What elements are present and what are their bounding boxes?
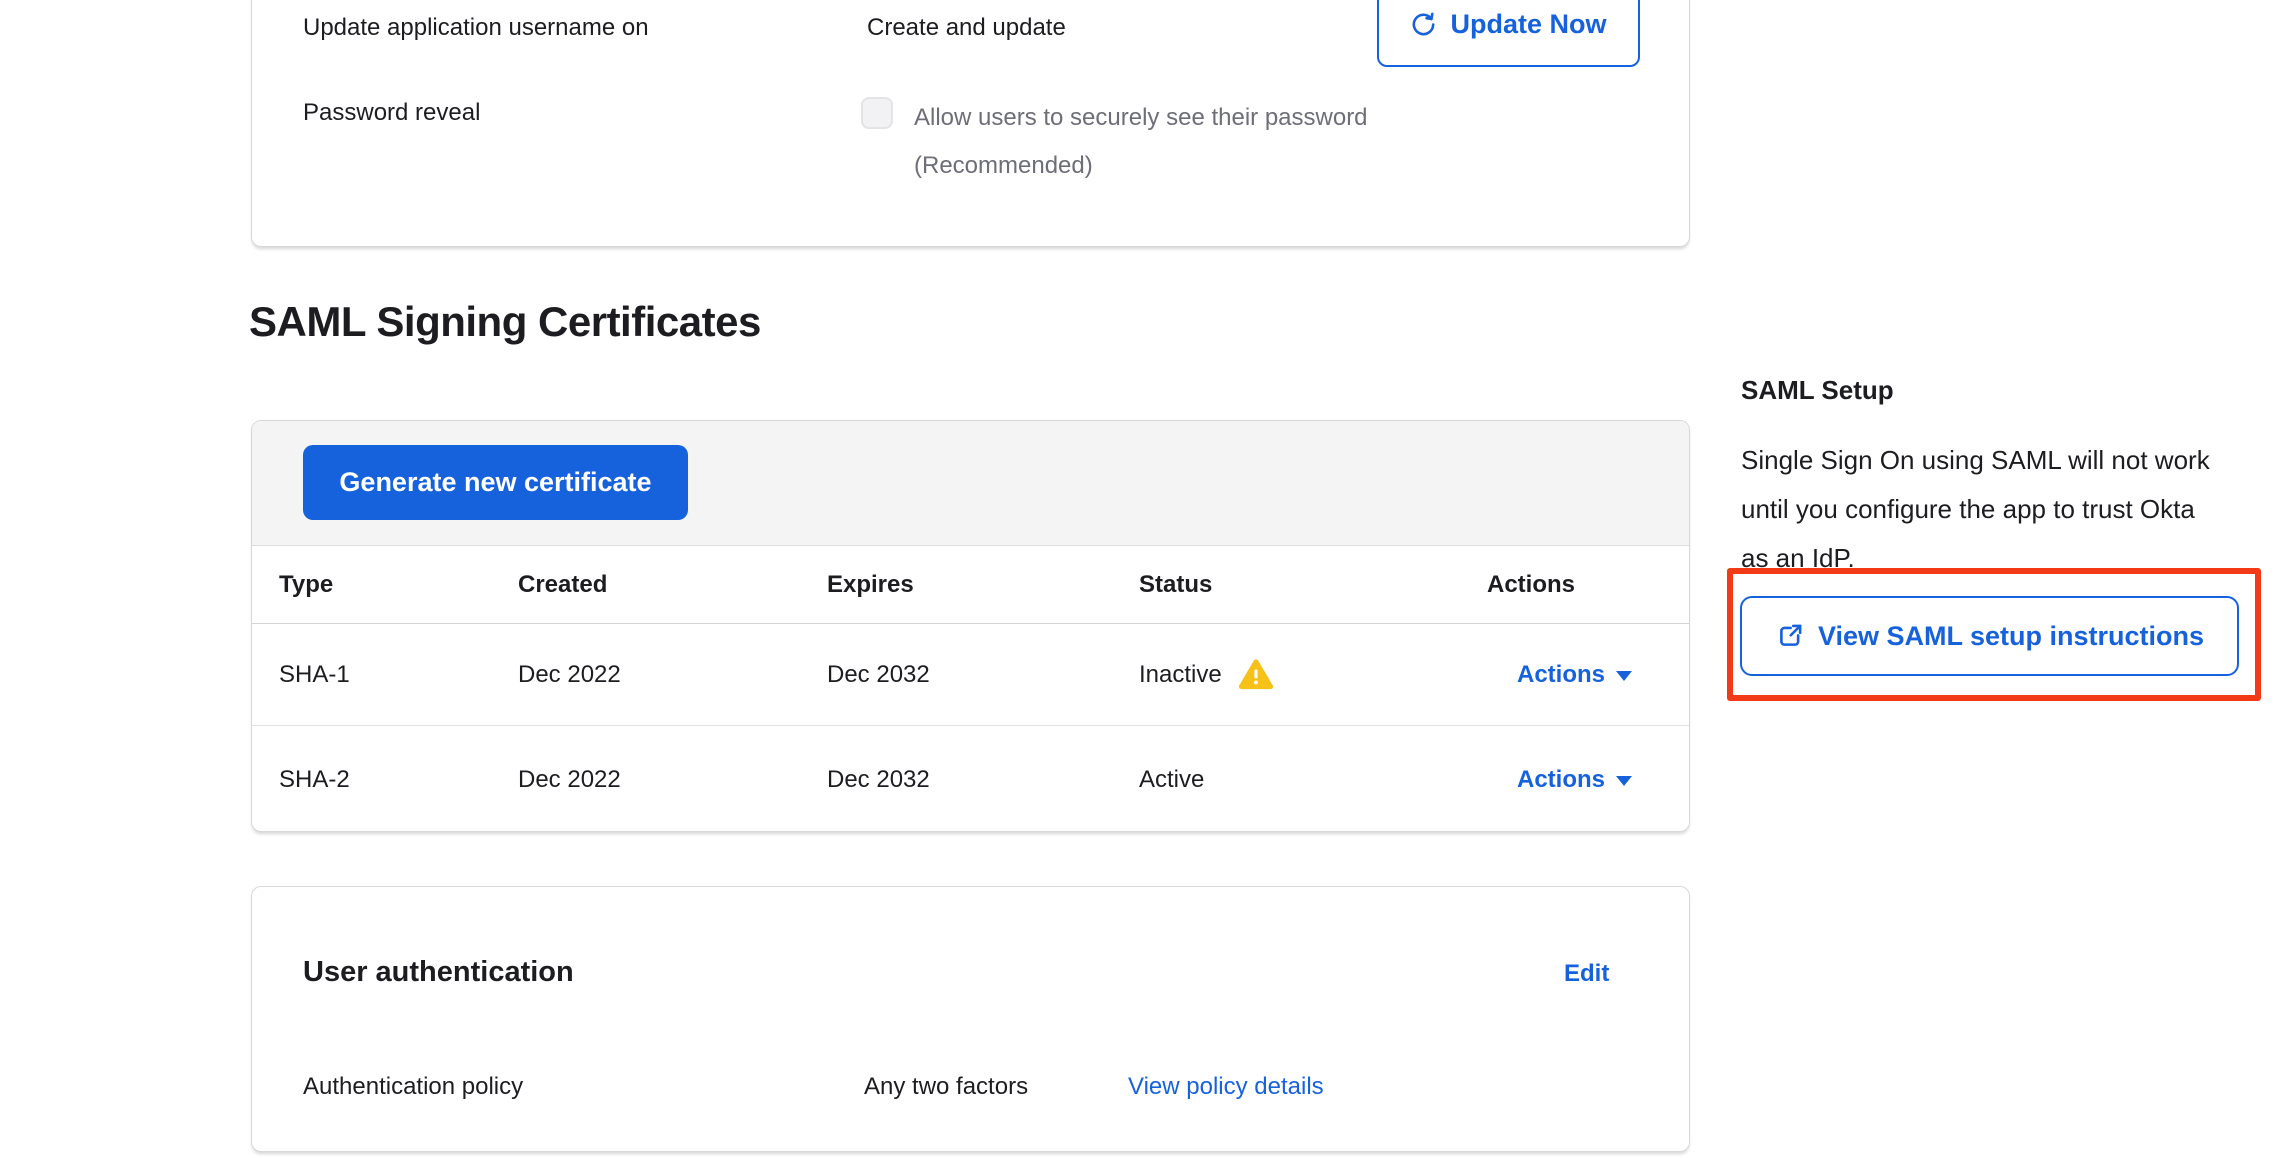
authentication-policy-label: Authentication policy — [303, 1070, 523, 1104]
password-reveal-label: Password reveal — [303, 96, 480, 130]
checkbox-label: Allow users to securely see their passwo… — [914, 104, 1368, 131]
certificates-table-header: Type Created Expires Status Actions — [252, 546, 1689, 624]
authentication-policy-value: Any two factors — [864, 1070, 1028, 1104]
certificates-toolbar: Generate new certificate — [252, 421, 1689, 546]
caret-down-icon — [1616, 671, 1632, 681]
page-title: SAML Signing Certificates — [249, 297, 761, 347]
cell-created: Dec 2022 — [518, 726, 621, 833]
app-settings-card: Update application username on Create an… — [251, 0, 1690, 247]
cell-expires: Dec 2032 — [827, 726, 930, 833]
cell-actions: Actions — [1517, 624, 1632, 725]
column-header-actions: Actions — [1487, 546, 1575, 623]
user-authentication-card: User authentication Edit Authentication … — [251, 886, 1690, 1152]
page: Update application username on Create an… — [0, 0, 2279, 1158]
update-now-label: Update Now — [1450, 9, 1606, 40]
column-header-expires: Expires — [827, 546, 914, 623]
table-row-sha1: SHA-1 Dec 2022 Dec 2032 Inactive Actions — [252, 624, 1689, 726]
actions-dropdown-button[interactable]: Actions — [1517, 766, 1632, 794]
update-now-button[interactable]: Update Now — [1377, 0, 1640, 67]
saml-certificates-card: Generate new certificate Type Created Ex… — [251, 420, 1690, 832]
username-update-value: Create and update — [867, 11, 1066, 45]
column-header-type: Type — [279, 546, 333, 623]
table-row-sha2: SHA-2 Dec 2022 Dec 2032 Active Actions — [252, 726, 1689, 833]
cell-type: SHA-2 — [279, 726, 350, 833]
external-link-icon — [1775, 621, 1805, 651]
cell-status: Inactive — [1139, 624, 1274, 725]
password-reveal-checkbox-text: Allow users to securely see their passwo… — [914, 94, 1554, 190]
user-authentication-title: User authentication — [303, 953, 574, 991]
view-policy-details-link[interactable]: View policy details — [1128, 1070, 1324, 1104]
caret-down-icon — [1616, 776, 1632, 786]
checkbox-note: (Recommended) — [914, 152, 1093, 179]
warning-icon — [1238, 659, 1274, 691]
cell-expires: Dec 2032 — [827, 624, 930, 725]
password-reveal-checkbox[interactable] — [861, 97, 893, 129]
cell-created: Dec 2022 — [518, 624, 621, 725]
view-saml-instructions-label: View SAML setup instructions — [1818, 621, 2204, 652]
column-header-status: Status — [1139, 546, 1212, 623]
status-text: Inactive — [1139, 661, 1222, 689]
generate-certificate-button[interactable]: Generate new certificate — [303, 445, 688, 520]
refresh-icon — [1410, 11, 1437, 38]
actions-dropdown-button[interactable]: Actions — [1517, 661, 1632, 689]
actions-label: Actions — [1517, 661, 1605, 689]
saml-setup-title: SAML Setup — [1741, 374, 1894, 406]
actions-label: Actions — [1517, 766, 1605, 794]
cell-type: SHA-1 — [279, 624, 350, 725]
status-text: Active — [1139, 766, 1204, 794]
username-update-label: Update application username on — [303, 11, 649, 45]
column-header-created: Created — [518, 546, 607, 623]
cell-actions: Actions — [1517, 726, 1632, 833]
cell-status: Active — [1139, 726, 1204, 833]
view-saml-instructions-button[interactable]: View SAML setup instructions — [1740, 596, 2239, 676]
edit-link[interactable]: Edit — [1564, 958, 1609, 990]
saml-setup-description: Single Sign On using SAML will not work … — [1741, 436, 2216, 583]
